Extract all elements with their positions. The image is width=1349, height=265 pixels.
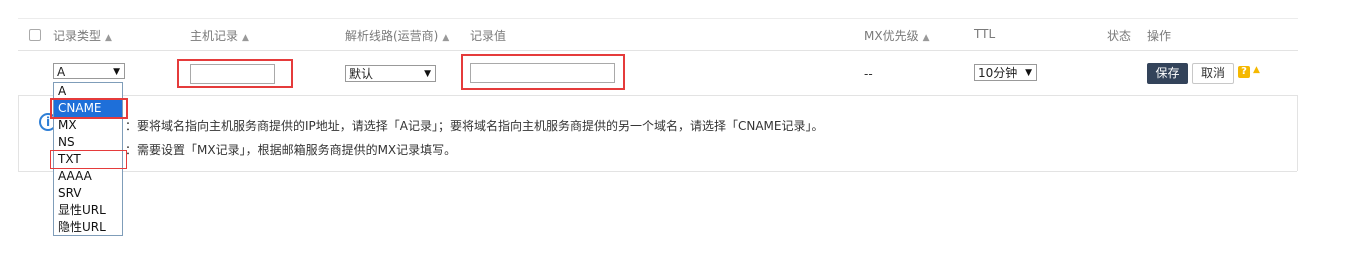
header-status: 状态 <box>1107 27 1131 44</box>
help-icon[interactable]: ? <box>1238 66 1250 78</box>
dropdown-option-mx[interactable]: MX <box>54 117 122 134</box>
header-record-type-label: 记录类型 <box>53 29 102 43</box>
warning-icon: ▲ <box>1253 65 1260 75</box>
tip-line-1: ：要将域名指向主机服务商提供的IP地址，请选择「A记录」；要将域名指向主机服务商… <box>125 119 824 133</box>
dropdown-option-aaaa[interactable]: AAAA <box>54 168 122 185</box>
dropdown-option-implicit-url[interactable]: 隐性URL <box>54 219 122 236</box>
sort-up-icon[interactable]: ▲ <box>923 33 930 43</box>
header-host[interactable]: 主机记录 ▲ <box>190 27 249 44</box>
header-ttl-label: TTL <box>974 27 996 41</box>
header-actions-label: 操作 <box>1147 29 1172 43</box>
cancel-button[interactable]: 取消 <box>1192 63 1234 84</box>
ttl-select[interactable]: 10分钟 ▼ <box>974 64 1037 81</box>
header-value: 记录值 <box>470 27 506 44</box>
table-top-border <box>18 18 1298 19</box>
chevron-down-icon: ▼ <box>1025 68 1032 78</box>
header-actions: 操作 <box>1147 27 1171 44</box>
header-divider <box>18 50 1298 51</box>
header-record-type[interactable]: 记录类型 ▲ <box>53 27 112 44</box>
sort-up-icon[interactable]: ▲ <box>442 33 449 43</box>
dropdown-option-explicit-url[interactable]: 显性URL <box>54 202 122 219</box>
value-input[interactable] <box>470 63 615 83</box>
txt-highlight-box <box>50 150 127 169</box>
header-host-label: 主机记录 <box>190 29 239 43</box>
dropdown-option-ns[interactable]: NS <box>54 134 122 151</box>
header-line-label: 解析线路(运营商) <box>345 29 439 43</box>
record-type-selected: A <box>57 65 66 79</box>
chevron-down-icon: ▼ <box>113 67 120 77</box>
header-status-label: 状态 <box>1107 29 1132 43</box>
mx-priority-value: -- <box>864 67 873 81</box>
tips-panel-border-left <box>18 95 19 171</box>
ttl-selected: 10分钟 <box>978 66 1018 80</box>
save-button[interactable]: 保存 <box>1147 63 1188 84</box>
header-line[interactable]: 解析线路(运营商) ▲ <box>345 27 449 44</box>
header-value-label: 记录值 <box>470 29 507 43</box>
tips-panel-border-right <box>1297 95 1298 171</box>
tip-line-2: ：需要设置「MX记录」，根据邮箱服务商提供的MX记录填写。 <box>125 143 457 157</box>
cname-highlight-box <box>50 98 128 119</box>
chevron-down-icon: ▼ <box>424 69 431 79</box>
line-select[interactable]: 默认 ▼ <box>345 65 436 82</box>
line-selected: 默认 <box>349 67 374 81</box>
record-type-select[interactable]: A ▼ <box>53 63 125 79</box>
header-mx-priority[interactable]: MX优先级 ▲ <box>864 27 930 44</box>
header-mx-priority-label: MX优先级 <box>864 29 919 43</box>
sort-up-icon[interactable]: ▲ <box>105 33 112 43</box>
header-ttl: TTL <box>974 27 995 41</box>
select-all-checkbox[interactable] <box>29 29 41 41</box>
sort-up-icon[interactable]: ▲ <box>242 33 249 43</box>
host-input[interactable] <box>190 64 275 84</box>
dropdown-option-srv[interactable]: SRV <box>54 185 122 202</box>
